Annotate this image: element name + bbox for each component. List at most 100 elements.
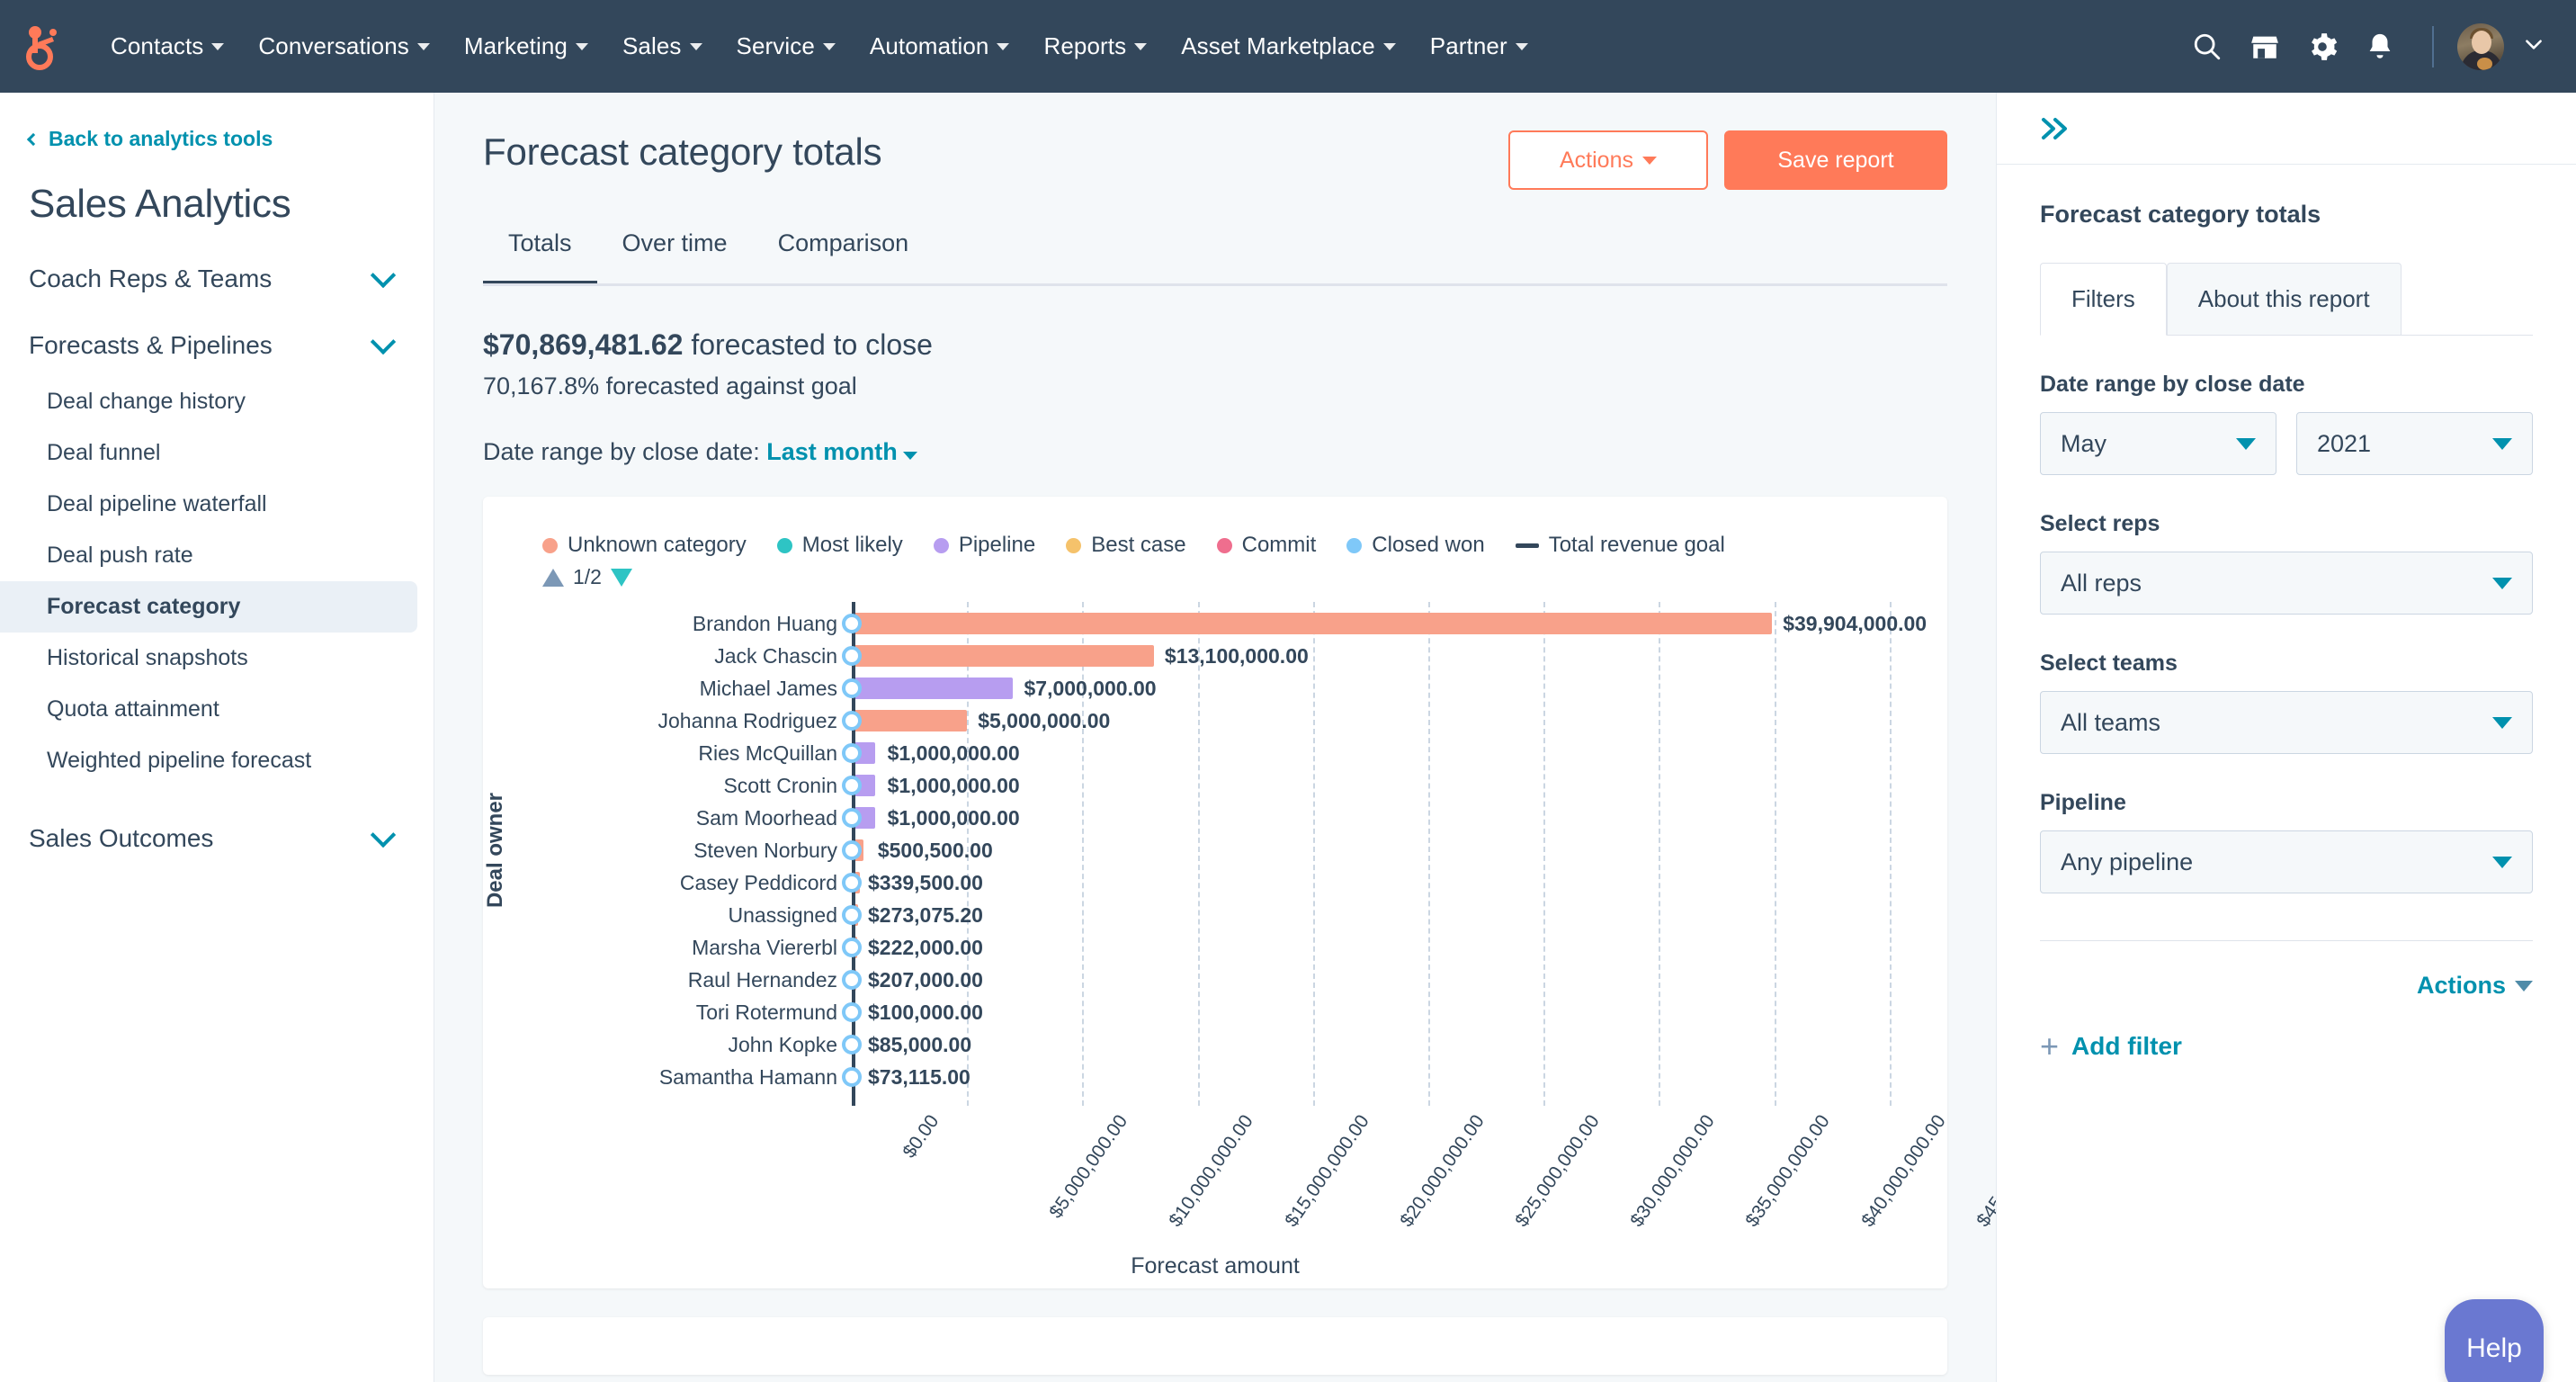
search-icon[interactable]	[2178, 18, 2236, 76]
legend-item-commit[interactable]: Commit	[1217, 533, 1317, 558]
chevron-down-icon	[997, 43, 1009, 50]
legend-item-pipeline[interactable]: Pipeline	[934, 533, 1035, 558]
bar-value-label: $339,500.00	[868, 871, 983, 895]
tab-comparison[interactable]: Comparison	[753, 229, 935, 286]
legend-label: Total revenue goal	[1549, 533, 1725, 558]
sidebar-group-coach-reps-teams[interactable]: Coach Reps & Teams	[0, 265, 434, 293]
sidebar-item-deal-push-rate[interactable]: Deal push rate	[0, 530, 417, 581]
bar-track: $39,904,000.00	[852, 607, 1947, 640]
closed-won-marker-icon	[842, 776, 862, 795]
notifications-bell-icon[interactable]	[2351, 18, 2409, 76]
sidebar-item-weighted-pipeline-forecast[interactable]: Weighted pipeline forecast	[0, 735, 417, 786]
actions-button-label: Actions	[1560, 148, 1633, 174]
bar-value-label: $13,100,000.00	[1165, 644, 1309, 669]
table-row[interactable]: Sam Moorhead $1,000,000.00	[483, 802, 1947, 834]
tab-totals[interactable]: Totals	[483, 229, 597, 286]
tab-over-time[interactable]: Over time	[597, 229, 753, 286]
legend-color-swatch	[934, 538, 949, 553]
sidebar-group-sales-outcomes[interactable]: Sales Outcomes	[0, 824, 434, 853]
bar-category-label: John Kopke	[483, 1033, 852, 1057]
help-button[interactable]: Help	[2445, 1299, 2544, 1382]
chevron-down-icon	[2492, 717, 2512, 729]
pipeline-select[interactable]: Any pipeline	[2040, 830, 2533, 893]
table-row[interactable]: Johanna Rodriguez $5,000,000.00	[483, 704, 1947, 737]
bar-value-label: $222,000.00	[868, 936, 983, 960]
filters-actions-dropdown[interactable]: Actions	[2040, 972, 2533, 1000]
year-select[interactable]: 2021	[2296, 412, 2533, 475]
reps-select[interactable]: All reps	[2040, 552, 2533, 615]
marketplace-icon[interactable]	[2236, 18, 2294, 76]
table-row[interactable]: Steven Norbury $500,500.00	[483, 834, 1947, 866]
page-down-triangle-icon[interactable]	[611, 569, 632, 587]
nav-item-conversations[interactable]: Conversations	[241, 23, 447, 69]
sidebar-item-forecast-category[interactable]: Forecast category	[0, 581, 417, 633]
account-menu-chevron-down-icon[interactable]	[2522, 32, 2545, 60]
chevron-down-icon	[1383, 43, 1396, 50]
gear-icon[interactable]	[2294, 18, 2351, 76]
table-row[interactable]: Ries McQuillan $1,000,000.00	[483, 737, 1947, 769]
chevron-down-icon	[2492, 438, 2512, 450]
legend-item-best-case[interactable]: Best case	[1066, 533, 1185, 558]
hubspot-logo-icon[interactable]	[20, 22, 68, 71]
sidebar-item-deal-pipeline-waterfall[interactable]: Deal pipeline waterfall	[0, 479, 417, 530]
avatar[interactable]	[2457, 23, 2504, 70]
table-row[interactable]: Scott Cronin $1,000,000.00	[483, 769, 1947, 802]
tab-filters[interactable]: Filters	[2040, 263, 2167, 336]
legend-item-unknown-category[interactable]: Unknown category	[542, 533, 747, 558]
month-select[interactable]: May	[2040, 412, 2276, 475]
nav-item-marketing[interactable]: Marketing	[447, 23, 605, 69]
table-row[interactable]: Michael James $7,000,000.00	[483, 672, 1947, 704]
bar-value-label: $39,904,000.00	[1783, 612, 1927, 636]
table-row[interactable]: Jack Chascin $13,100,000.00	[483, 640, 1947, 672]
nav-item-reports[interactable]: Reports	[1026, 23, 1164, 69]
sidebar-item-quota-attainment[interactable]: Quota attainment	[0, 684, 417, 735]
sidebar-item-deal-funnel[interactable]: Deal funnel	[0, 427, 417, 479]
page-up-triangle-icon[interactable]	[542, 569, 564, 587]
filters-actions-label: Actions	[2417, 972, 2506, 1000]
table-row[interactable]: Casey Peddicord $339,500.00	[483, 866, 1947, 899]
table-row[interactable]: Brandon Huang $39,904,000.00	[483, 607, 1947, 640]
date-range-value-dropdown[interactable]: Last month	[766, 438, 898, 465]
table-row[interactable]: Marsha Viererbl $222,000.00	[483, 931, 1947, 964]
page-title: Sales Analytics	[0, 151, 434, 227]
tab-about-this-report[interactable]: About this report	[2167, 263, 2402, 335]
table-row[interactable]: Raul Hernandez $207,000.00	[483, 964, 1947, 996]
sidebar-item-label: Quota attainment	[47, 696, 219, 722]
closed-won-marker-icon	[842, 970, 862, 990]
sidebar-item-deal-change-history[interactable]: Deal change history	[0, 376, 417, 427]
legend-line-swatch	[1516, 543, 1539, 548]
closed-won-marker-icon	[842, 905, 862, 925]
closed-won-marker-icon	[842, 711, 862, 731]
legend-item-closed-won[interactable]: Closed won	[1346, 533, 1484, 558]
save-report-button[interactable]: Save report	[1724, 130, 1947, 190]
bar-track: $100,000.00	[852, 996, 1947, 1028]
table-row[interactable]: Samantha Hamann $73,115.00	[483, 1061, 1947, 1093]
teams-select[interactable]: All teams	[2040, 691, 2533, 754]
sidebar-item-historical-snapshots[interactable]: Historical snapshots	[0, 633, 417, 684]
tab-label: Totals	[508, 229, 572, 256]
bar-value-label: $100,000.00	[868, 1001, 983, 1025]
bar-value-label: $1,000,000.00	[888, 741, 1020, 766]
legend-item-most-likely[interactable]: Most likely	[777, 533, 903, 558]
main-header-row: Forecast category totals Actions Save re…	[483, 130, 1947, 190]
nav-item-partner[interactable]: Partner	[1413, 23, 1545, 69]
table-row[interactable]: John Kopke $85,000.00	[483, 1028, 1947, 1061]
report-tabs: Totals Over time Comparison	[483, 229, 1947, 286]
table-row[interactable]: Tori Rotermund $100,000.00	[483, 996, 1947, 1028]
nav-item-sales[interactable]: Sales	[605, 23, 720, 69]
add-filter-button[interactable]: + Add filter	[2040, 1030, 2533, 1063]
back-to-analytics-tools-link[interactable]: Back to analytics tools	[0, 127, 434, 151]
nav-item-asset-marketplace[interactable]: Asset Marketplace	[1164, 23, 1413, 69]
bar-track: $1,000,000.00	[852, 802, 1947, 834]
nav-item-service[interactable]: Service	[720, 23, 853, 69]
legend-color-swatch	[1066, 538, 1081, 553]
legend-label: Unknown category	[568, 533, 747, 558]
actions-button[interactable]: Actions	[1508, 130, 1708, 190]
nav-item-automation[interactable]: Automation	[853, 23, 1027, 69]
double-chevron-right-icon[interactable]	[2036, 115, 2071, 142]
report-title: Forecast category totals	[483, 130, 881, 174]
legend-item-total-revenue-goal[interactable]: Total revenue goal	[1516, 533, 1725, 558]
table-row[interactable]: Unassigned $273,075.20	[483, 899, 1947, 931]
nav-item-contacts[interactable]: Contacts	[94, 23, 241, 69]
sidebar-group-forecasts-pipelines[interactable]: Forecasts & Pipelines	[0, 331, 434, 360]
